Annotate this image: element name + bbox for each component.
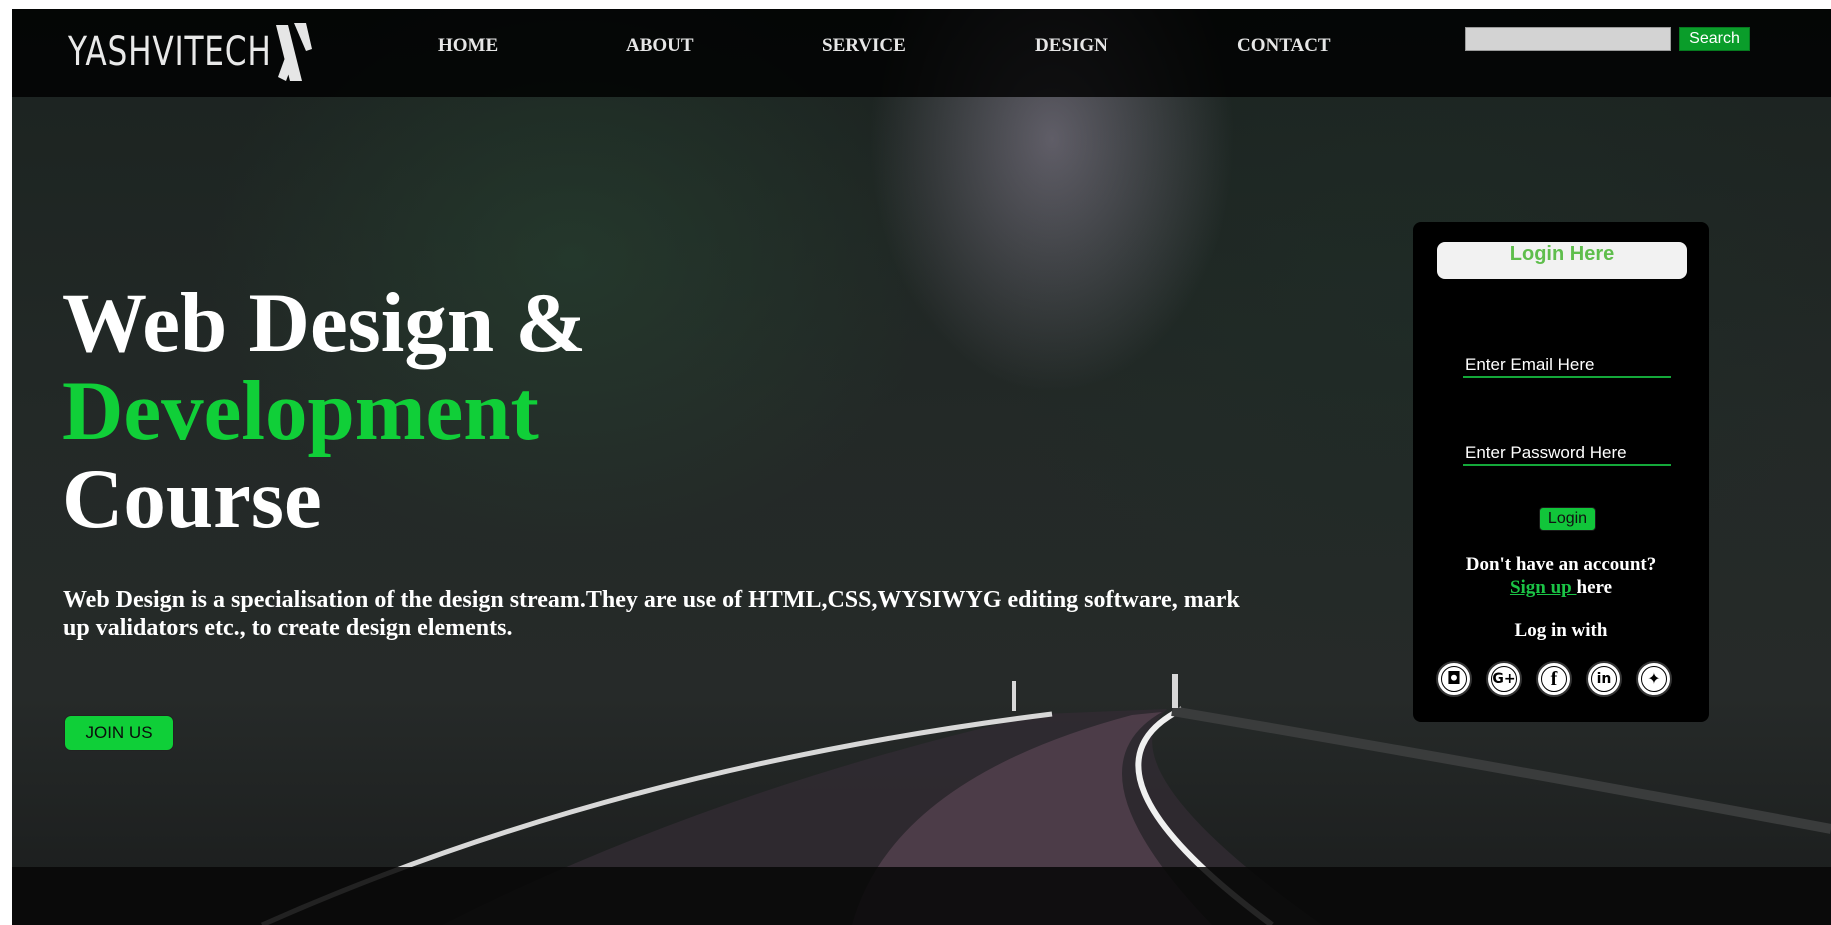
search-input[interactable] bbox=[1465, 27, 1671, 51]
hero-title-line3: Course bbox=[62, 452, 322, 546]
hero-title-line1: Web Design & bbox=[62, 276, 587, 370]
facebook-icon[interactable]: f bbox=[1536, 661, 1572, 697]
nav-home[interactable]: HOME bbox=[438, 35, 498, 57]
instagram-icon[interactable]: ◘ bbox=[1436, 661, 1472, 697]
search-button[interactable]: Search bbox=[1679, 27, 1750, 51]
signup-line: Sign up here bbox=[1413, 576, 1709, 599]
password-field[interactable]: Enter Password Here bbox=[1463, 442, 1671, 466]
signup-suffix: here bbox=[1576, 577, 1613, 598]
nav-about[interactable]: ABOUT bbox=[626, 35, 694, 57]
hero-description: Web Design is a specialisation of the de… bbox=[63, 587, 1240, 641]
email-field[interactable]: Enter Email Here bbox=[1463, 354, 1671, 378]
no-account-text: Don't have an account? bbox=[1465, 554, 1657, 575]
brand-name: YASHVITECH bbox=[68, 29, 272, 75]
top-navbar: YASHVITECH HOME ABOUT SERVICE DESIGN CON… bbox=[12, 9, 1831, 97]
nav-service[interactable]: SERVICE bbox=[822, 35, 906, 57]
join-us-button[interactable]: JOIN US bbox=[64, 715, 174, 751]
brand-logo[interactable]: YASHVITECH bbox=[68, 21, 272, 83]
nav-contact[interactable]: CONTACT bbox=[1237, 35, 1331, 57]
login-with-text: Log in with bbox=[1514, 620, 1608, 641]
hero-title: Web Design & Development Course bbox=[62, 279, 586, 543]
twitter-icon[interactable]: ✦ bbox=[1636, 661, 1672, 697]
login-card: Login Here Enter Email Here Enter Passwo… bbox=[1413, 222, 1709, 722]
page-frame: YASHVITECH HOME ABOUT SERVICE DESIGN CON… bbox=[12, 9, 1831, 925]
social-login-row: ◘ G+ f in ✦ bbox=[1436, 661, 1696, 701]
login-button[interactable]: Login bbox=[1539, 507, 1596, 531]
signup-link[interactable]: Sign up bbox=[1510, 577, 1577, 598]
login-heading: Login Here bbox=[1437, 242, 1687, 279]
google-plus-icon[interactable]: G+ bbox=[1486, 661, 1522, 697]
hero-title-line2: Development bbox=[62, 364, 539, 458]
brand-logo-mark-icon bbox=[276, 23, 312, 81]
bottom-band bbox=[12, 867, 1831, 925]
nav-design[interactable]: DESIGN bbox=[1035, 35, 1108, 57]
linkedin-icon[interactable]: in bbox=[1586, 661, 1622, 697]
